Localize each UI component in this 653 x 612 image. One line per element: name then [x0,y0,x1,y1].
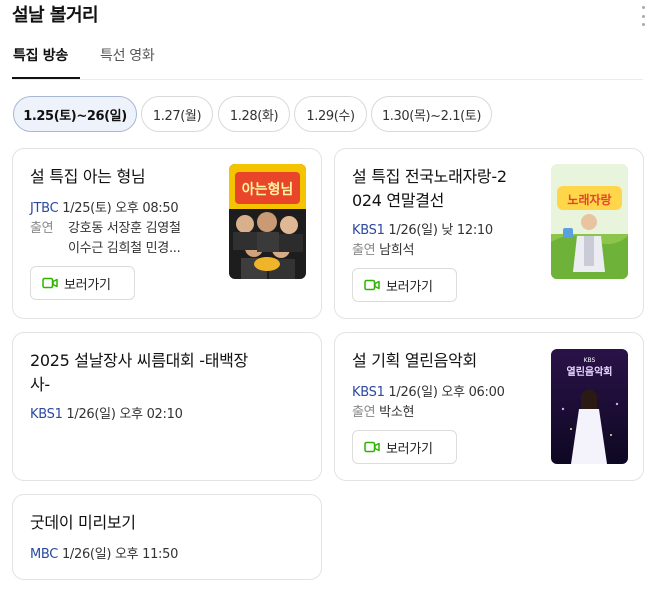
date-chip-0128[interactable]: 1.28(화) [218,96,290,132]
active-tab-indicator [12,77,80,79]
program-title-line: 2025 설날장사 씨름대회 -태백장 [30,351,248,370]
program-title-line: 사- [30,375,50,394]
watch-button[interactable]: 보러가기 [30,266,135,300]
poster-logo: 노래자랑 [567,192,611,207]
cast-label: 출연 [30,221,54,236]
cast-names: 남희석 [379,243,415,258]
watch-button-label: 보러가기 [64,277,111,293]
program-card[interactable]: 설 특집 전국노래자랑-2 024 연말결선 KBS1 1/26(일) 낮 12… [334,148,644,319]
date-chip-0130-0201[interactable]: 1.30(목)~2.1(토) [371,96,492,132]
program-cast: 출연 남희석 [352,241,414,261]
section-header: 설날 볼거리 [12,4,645,28]
video-camera-icon [42,277,58,289]
air-datetime: 1/26(일) 낮 12:10 [388,223,493,238]
program-schedule: KBS1 1/26(일) 오후 06:00 [352,383,505,403]
more-options-icon[interactable] [641,6,645,26]
program-title[interactable]: 설 특집 아는 형님 [30,165,146,189]
cast-label: 출연 [352,243,376,258]
program-poster[interactable]: 노래자랑 [551,164,628,279]
program-title[interactable]: 설 기획 열린음악회 [352,349,477,373]
tab-special-broadcast[interactable]: 특집 방송 [13,44,68,68]
program-schedule: JTBC 1/25(토) 오후 08:50 [30,199,179,219]
watch-button[interactable]: 보러가기 [352,268,457,302]
channel-name: KBS1 [352,223,385,238]
program-title[interactable]: 굿데이 미리보기 [30,511,136,535]
air-datetime: 1/26(일) 오후 11:50 [61,547,179,562]
program-title[interactable]: 설 특집 전국노래자랑-2 024 연말결선 [352,165,507,213]
air-datetime: 1/25(토) 오후 08:50 [62,201,179,216]
program-cast: 출연 박소현 [352,403,414,423]
watch-button-label: 보러가기 [386,279,433,295]
program-card[interactable]: 설 특집 아는 형님 JTBC 1/25(토) 오후 08:50 출연 강호동 … [12,148,322,319]
channel-name: KBS1 [30,407,63,422]
watch-button-label: 보러가기 [386,441,433,457]
cast-names: 박소현 [379,405,415,420]
program-poster[interactable]: 아는형님 [229,164,306,279]
tab-bar: 특집 방송 특선 영화 [12,44,643,80]
poster-logo: 아는형님 [242,181,294,198]
date-chip-0129[interactable]: 1.29(수) [294,96,367,132]
cast-names: 강호동 서장훈 김영철 [68,221,181,236]
program-title-line: 024 연말결선 [352,191,445,210]
air-datetime: 1/26(일) 오후 06:00 [388,385,505,400]
poster-logo: 열린음악회 [567,365,613,378]
cast-names: 이수근 김희철 민경... [68,241,181,256]
program-cast: 출연 [30,219,54,239]
program-poster[interactable]: KBS 열린음악회 [551,349,628,464]
cast-label: 출연 [352,405,376,420]
section-title: 설날 볼거리 [12,5,99,26]
program-schedule: KBS1 1/26(일) 낮 12:10 [352,221,493,241]
video-camera-icon [364,441,380,453]
program-card[interactable]: 굿데이 미리보기 MBC 1/26(일) 오후 11:50 [12,494,322,580]
date-chip-0127[interactable]: 1.27(월) [141,96,213,132]
channel-name: KBS1 [352,385,385,400]
program-schedule: KBS1 1/26(일) 오후 02:10 [30,405,183,425]
date-chip-0125-0126[interactable]: 1.25(토)~26(일) [13,96,137,132]
channel-name: MBC [30,547,59,562]
program-card[interactable]: 2025 설날장사 씨름대회 -태백장 사- KBS1 1/26(일) 오후 0… [12,332,322,481]
poster-badge: KBS [584,357,596,364]
video-camera-icon [364,279,380,291]
program-card[interactable]: 설 기획 열린음악회 KBS1 1/26(일) 오후 06:00 출연 박소현 … [334,332,644,481]
program-schedule: MBC 1/26(일) 오후 11:50 [30,545,178,565]
tab-special-movie[interactable]: 특선 영화 [100,44,155,68]
watch-button[interactable]: 보러가기 [352,430,457,464]
program-title-line: 설 특집 전국노래자랑-2 [352,167,507,186]
channel-name: JTBC [30,201,59,216]
program-title[interactable]: 2025 설날장사 씨름대회 -태백장 사- [30,349,248,397]
air-datetime: 1/26(일) 오후 02:10 [66,407,183,422]
